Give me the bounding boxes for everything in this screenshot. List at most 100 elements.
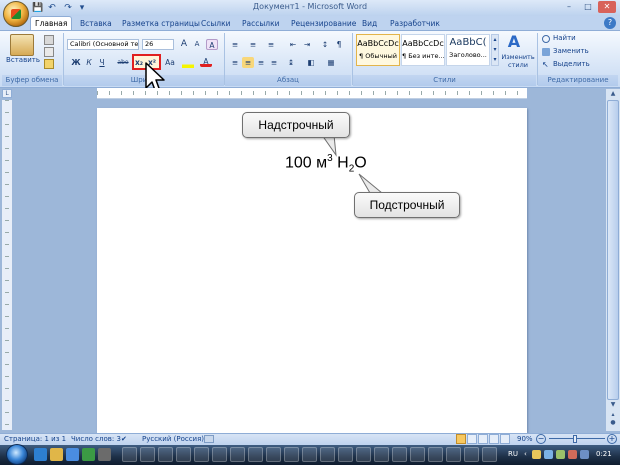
tab-view[interactable]: Вид [358,17,381,30]
taskbar-item[interactable] [356,447,371,462]
explorer-icon[interactable] [50,448,63,461]
tray-icon[interactable] [532,450,541,459]
tab-developer[interactable]: Разработчик [386,17,444,30]
start-button[interactable] [6,444,28,465]
tab-review[interactable]: Рецензирование [287,17,360,30]
office-button[interactable] [3,1,29,27]
bold-button[interactable]: Ж [70,57,82,68]
find-icon[interactable] [542,35,550,43]
tray-icon-2[interactable] [580,450,589,459]
sort-icon[interactable]: ↕ [319,39,331,50]
taskbar-item[interactable] [230,447,245,462]
strikethrough-button[interactable]: abe [116,57,130,68]
taskbar-item[interactable] [320,447,335,462]
cut-icon[interactable] [44,35,54,45]
zoom-level[interactable]: 90% [517,434,533,445]
full-screen-icon[interactable] [467,434,477,444]
select-button[interactable]: Выделить [553,60,590,68]
numbering-icon[interactable]: ≡ [247,39,259,50]
ie-icon[interactable] [34,448,47,461]
align-left-icon[interactable]: ≡ [229,57,241,68]
outline-icon[interactable] [489,434,499,444]
pilcrow-icon[interactable]: ¶ [333,39,345,50]
style-normal[interactable]: AaBbCcDc ¶ Обычный [356,34,400,66]
vertical-ruler[interactable] [2,100,12,430]
replace-button[interactable]: Заменить [553,47,589,55]
tab-insert[interactable]: Вставка [76,17,116,30]
justify-icon[interactable]: ≡ [268,57,280,68]
tab-references[interactable]: Ссылки [197,17,234,30]
draft-icon[interactable] [500,434,510,444]
taskbar-item[interactable] [338,447,353,462]
italic-button[interactable]: К [83,57,95,68]
taskbar-item[interactable] [428,447,443,462]
taskbar-item[interactable] [176,447,191,462]
scroll-up-icon[interactable]: ▲ [607,89,619,99]
styles-scroll[interactable]: ▴ ▾ ▾ [491,34,499,66]
increase-indent-icon[interactable]: ⇥ [301,39,313,50]
taskbar-item[interactable] [482,447,497,462]
taskbar-item[interactable] [284,447,299,462]
web-layout-icon[interactable] [478,434,488,444]
status-language[interactable]: Русский (Россия) [142,434,204,445]
multilevel-list-icon[interactable]: ≡ [265,39,277,50]
taskbar-item[interactable] [302,447,317,462]
tray-arrow-icon[interactable]: ‹ [524,448,527,461]
taskbar-item[interactable] [194,447,209,462]
proofing-icon[interactable]: ✔ [121,435,131,443]
shrink-font-button[interactable]: A [191,39,203,50]
zoom-out-icon[interactable]: − [536,434,546,444]
zoom-in-icon[interactable]: + [607,434,617,444]
taskbar-item[interactable] [374,447,389,462]
scroll-down-icon[interactable]: ▼ [607,400,619,410]
tray-clock[interactable]: 0:21 [596,448,612,461]
taskbar-item[interactable] [212,447,227,462]
clear-formatting-button[interactable]: A [206,39,218,50]
taskbar-item[interactable] [410,447,425,462]
taskbar-item[interactable] [392,447,407,462]
taskbar-item[interactable] [446,447,461,462]
copy-icon[interactable] [44,47,54,57]
document-formula[interactable]: 100 м3 H2O [285,153,367,175]
macro-record-icon[interactable] [204,435,214,443]
tray-network-icon[interactable] [544,450,553,459]
font-size-combo[interactable]: 26 [142,39,174,50]
underline-button[interactable]: Ч [96,57,108,68]
quicklaunch-icon[interactable] [82,448,95,461]
bullets-icon[interactable]: ≡ [229,39,241,50]
taskbar-item[interactable] [266,447,281,462]
change-styles-button[interactable]: Изменить стили [500,53,536,69]
borders-icon[interactable]: ▦ [325,57,337,68]
find-button[interactable]: Найти [553,34,576,42]
highlight-color-icon[interactable] [182,57,194,68]
browse-object-icon[interactable]: ● [607,418,619,428]
show-desktop-icon[interactable] [66,448,79,461]
print-layout-icon[interactable] [456,434,466,444]
replace-icon[interactable] [542,48,550,56]
scroll-thumb[interactable] [607,100,619,400]
style-heading[interactable]: AaBbC( Заголово... [446,34,490,66]
grow-font-button[interactable]: A [178,39,190,50]
maximize-button[interactable]: □ [579,1,597,13]
zoom-slider-thumb[interactable] [573,435,577,443]
change-styles-icon[interactable]: A [505,34,523,50]
line-spacing-icon[interactable]: ↨ [285,57,297,68]
font-name-combo[interactable]: Calibri (Основной те [67,39,139,50]
subscript-button[interactable]: x₂ [133,57,145,68]
select-arrow-icon[interactable]: ↖ [542,61,550,69]
tab-mailings[interactable]: Рассылки [238,17,284,30]
align-right-icon[interactable]: ≡ [255,57,267,68]
tray-language[interactable]: RU [508,448,518,461]
tray-security-icon[interactable] [568,450,577,459]
status-word-count[interactable]: Число слов: 3 [71,434,121,445]
quicklaunch-icon-2[interactable] [98,448,111,461]
change-case-button[interactable]: Aa [163,57,177,68]
taskbar-item[interactable] [248,447,263,462]
close-button[interactable]: ✕ [598,1,616,13]
minimize-button[interactable]: – [560,1,578,13]
help-icon[interactable]: ? [604,17,616,29]
paste-icon[interactable] [10,34,34,56]
zoom-slider[interactable] [549,438,605,439]
tray-volume-icon[interactable] [556,450,565,459]
shading-icon[interactable]: ◧ [305,57,317,68]
